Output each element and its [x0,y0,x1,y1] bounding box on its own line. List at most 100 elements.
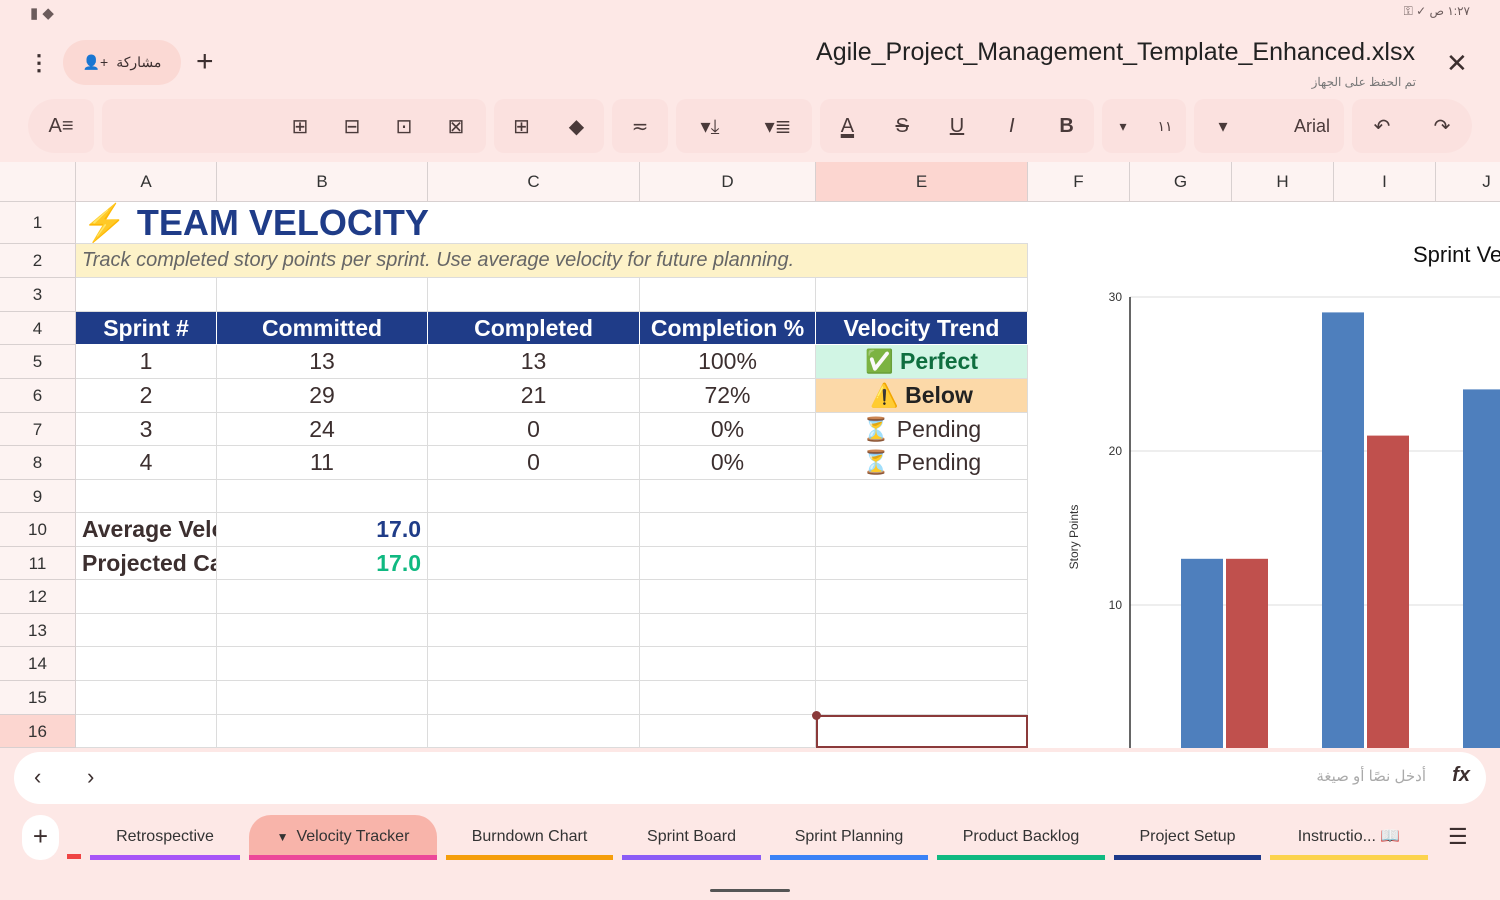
cell[interactable] [816,278,1028,312]
bar-committed-sprint-3[interactable] [1463,389,1500,748]
cell[interactable] [217,278,428,312]
table-header[interactable]: Committed [217,312,428,345]
cell[interactable] [428,647,640,681]
tab-sprint-board[interactable]: Sprint Board [622,815,761,860]
add-sheet-button[interactable]: + [22,815,59,860]
table-cell[interactable]: 21 [428,379,640,413]
row-header-4[interactable]: 4 [0,312,76,345]
table-cell[interactable]: 0 [428,446,640,480]
close-icon[interactable]: ✕ [1446,48,1468,79]
cell[interactable] [76,480,217,513]
column-header-D[interactable]: D [640,162,816,202]
cell[interactable] [816,480,1028,513]
table-header[interactable]: Velocity Trend [816,312,1028,345]
add-icon[interactable]: + [196,45,214,79]
cell[interactable] [640,715,816,748]
cell[interactable] [217,715,428,748]
bold-icon[interactable]: B [1052,115,1082,138]
undo-icon[interactable]: ↶ [1367,114,1397,139]
borders-icon[interactable]: ⊞ [507,114,537,139]
cell[interactable] [640,647,816,681]
cell[interactable] [816,580,1028,614]
velocity-trend-cell[interactable]: ⏳ Pending [816,446,1028,480]
bar-completed-sprint-1[interactable] [1226,558,1268,748]
row-header-13[interactable]: 13 [0,614,76,647]
cell[interactable] [640,278,816,312]
column-header-J[interactable]: J [1436,162,1500,202]
velocity-trend-cell[interactable]: ✅ Perfect [816,345,1028,379]
row-header-10[interactable]: 10 [0,513,76,547]
cell[interactable] [217,614,428,647]
horizontal-align-icon[interactable]: ▾≣ [763,114,793,139]
avg-label[interactable]: Average Velocity [76,513,217,547]
row-header-16[interactable]: 16 [0,715,76,748]
strikethrough-icon[interactable]: S [887,115,917,138]
cell[interactable] [76,614,217,647]
table-header[interactable]: Completed [428,312,640,345]
cell[interactable] [816,647,1028,681]
row-header-6[interactable]: 6 [0,379,76,413]
formula-bar[interactable]: ‹ › أدخل نصًا أو صيغة fx [14,752,1486,804]
tab-sprint-planning[interactable]: Sprint Planning [770,815,928,860]
column-header-I[interactable]: I [1334,162,1436,202]
cell[interactable] [816,547,1028,580]
column-header-H[interactable]: H [1232,162,1334,202]
row-header-8[interactable]: 8 [0,446,76,480]
sheet-title[interactable]: ⚡ TEAM VELOCITY [76,202,1028,244]
underline-icon[interactable]: U [942,115,972,138]
insert-column-left-icon[interactable]: ⊟ [337,114,367,139]
more-menu-icon[interactable]: ⋮ [28,50,50,76]
cell[interactable] [816,513,1028,547]
cell[interactable] [217,681,428,715]
velocity-trend-cell[interactable]: ⚠️ Below [816,379,1028,413]
cell[interactable] [640,580,816,614]
row-header-11[interactable]: 11 [0,547,76,580]
insert-row-above-icon[interactable]: ⊡ [389,114,419,139]
row-header-2[interactable]: 2 [0,244,76,278]
chevron-left-icon[interactable]: ‹ [34,764,41,790]
wrap-text-icon[interactable]: ≂ [625,114,655,139]
cell[interactable] [217,647,428,681]
column-header-C[interactable]: C [428,162,640,202]
cell[interactable] [428,614,640,647]
column-header-G[interactable]: G [1130,162,1232,202]
font-size-value[interactable]: ١١ [1150,118,1180,135]
velocity-chart[interactable]: 10 20 30 Sprint Velocity Story Points [1030,202,1500,748]
row-header-7[interactable]: 7 [0,413,76,446]
italic-icon[interactable]: I [997,115,1027,138]
selection-handle[interactable] [812,711,821,720]
insert-column-right-icon[interactable]: ⊞ [285,114,315,139]
row-header-12[interactable]: 12 [0,580,76,614]
bar-committed-sprint-2[interactable] [1322,312,1364,748]
cell[interactable] [76,715,217,748]
selected-cell-E16[interactable] [816,715,1028,748]
bar-committed-sprint-1[interactable] [1181,558,1223,748]
cell[interactable] [428,278,640,312]
table-cell[interactable]: 29 [217,379,428,413]
table-cell[interactable]: 72% [640,379,816,413]
all-sheets-menu-icon[interactable]: ☰ [1448,824,1468,850]
tab-product-backlog[interactable]: Product Backlog [937,815,1105,860]
table-cell[interactable]: 0% [640,446,816,480]
proj-value[interactable]: 17.0 [217,547,428,580]
table-cell[interactable]: 3 [76,413,217,446]
tab-project-setup[interactable]: Project Setup [1114,815,1261,860]
column-header-E[interactable]: E [816,162,1028,202]
row-header-5[interactable]: 5 [0,345,76,379]
cell[interactable] [76,278,217,312]
tab-burndown-chart[interactable]: Burndown Chart [446,815,613,860]
cell[interactable] [217,580,428,614]
bar-completed-sprint-2[interactable] [1367,435,1409,748]
cell[interactable] [76,681,217,715]
tab-retrospective[interactable]: Retrospective [90,815,240,860]
row-header-15[interactable]: 15 [0,681,76,715]
cell[interactable] [640,513,816,547]
cell[interactable] [428,580,640,614]
proj-label[interactable]: Projected Capacity [76,547,217,580]
tab-menu-caret-icon[interactable]: ▼ [277,830,289,844]
cell[interactable] [428,681,640,715]
spreadsheet-grid[interactable]: A B C D E F G H I J 1 2 3 4 5 6 7 8 9 10 11 12 13 14 15 16 ⚡ TEAM … [0,162,1500,748]
table-cell[interactable]: 13 [428,345,640,379]
formula-input[interactable]: أدخل نصًا أو صيغة [1316,767,1426,785]
cell[interactable] [76,647,217,681]
